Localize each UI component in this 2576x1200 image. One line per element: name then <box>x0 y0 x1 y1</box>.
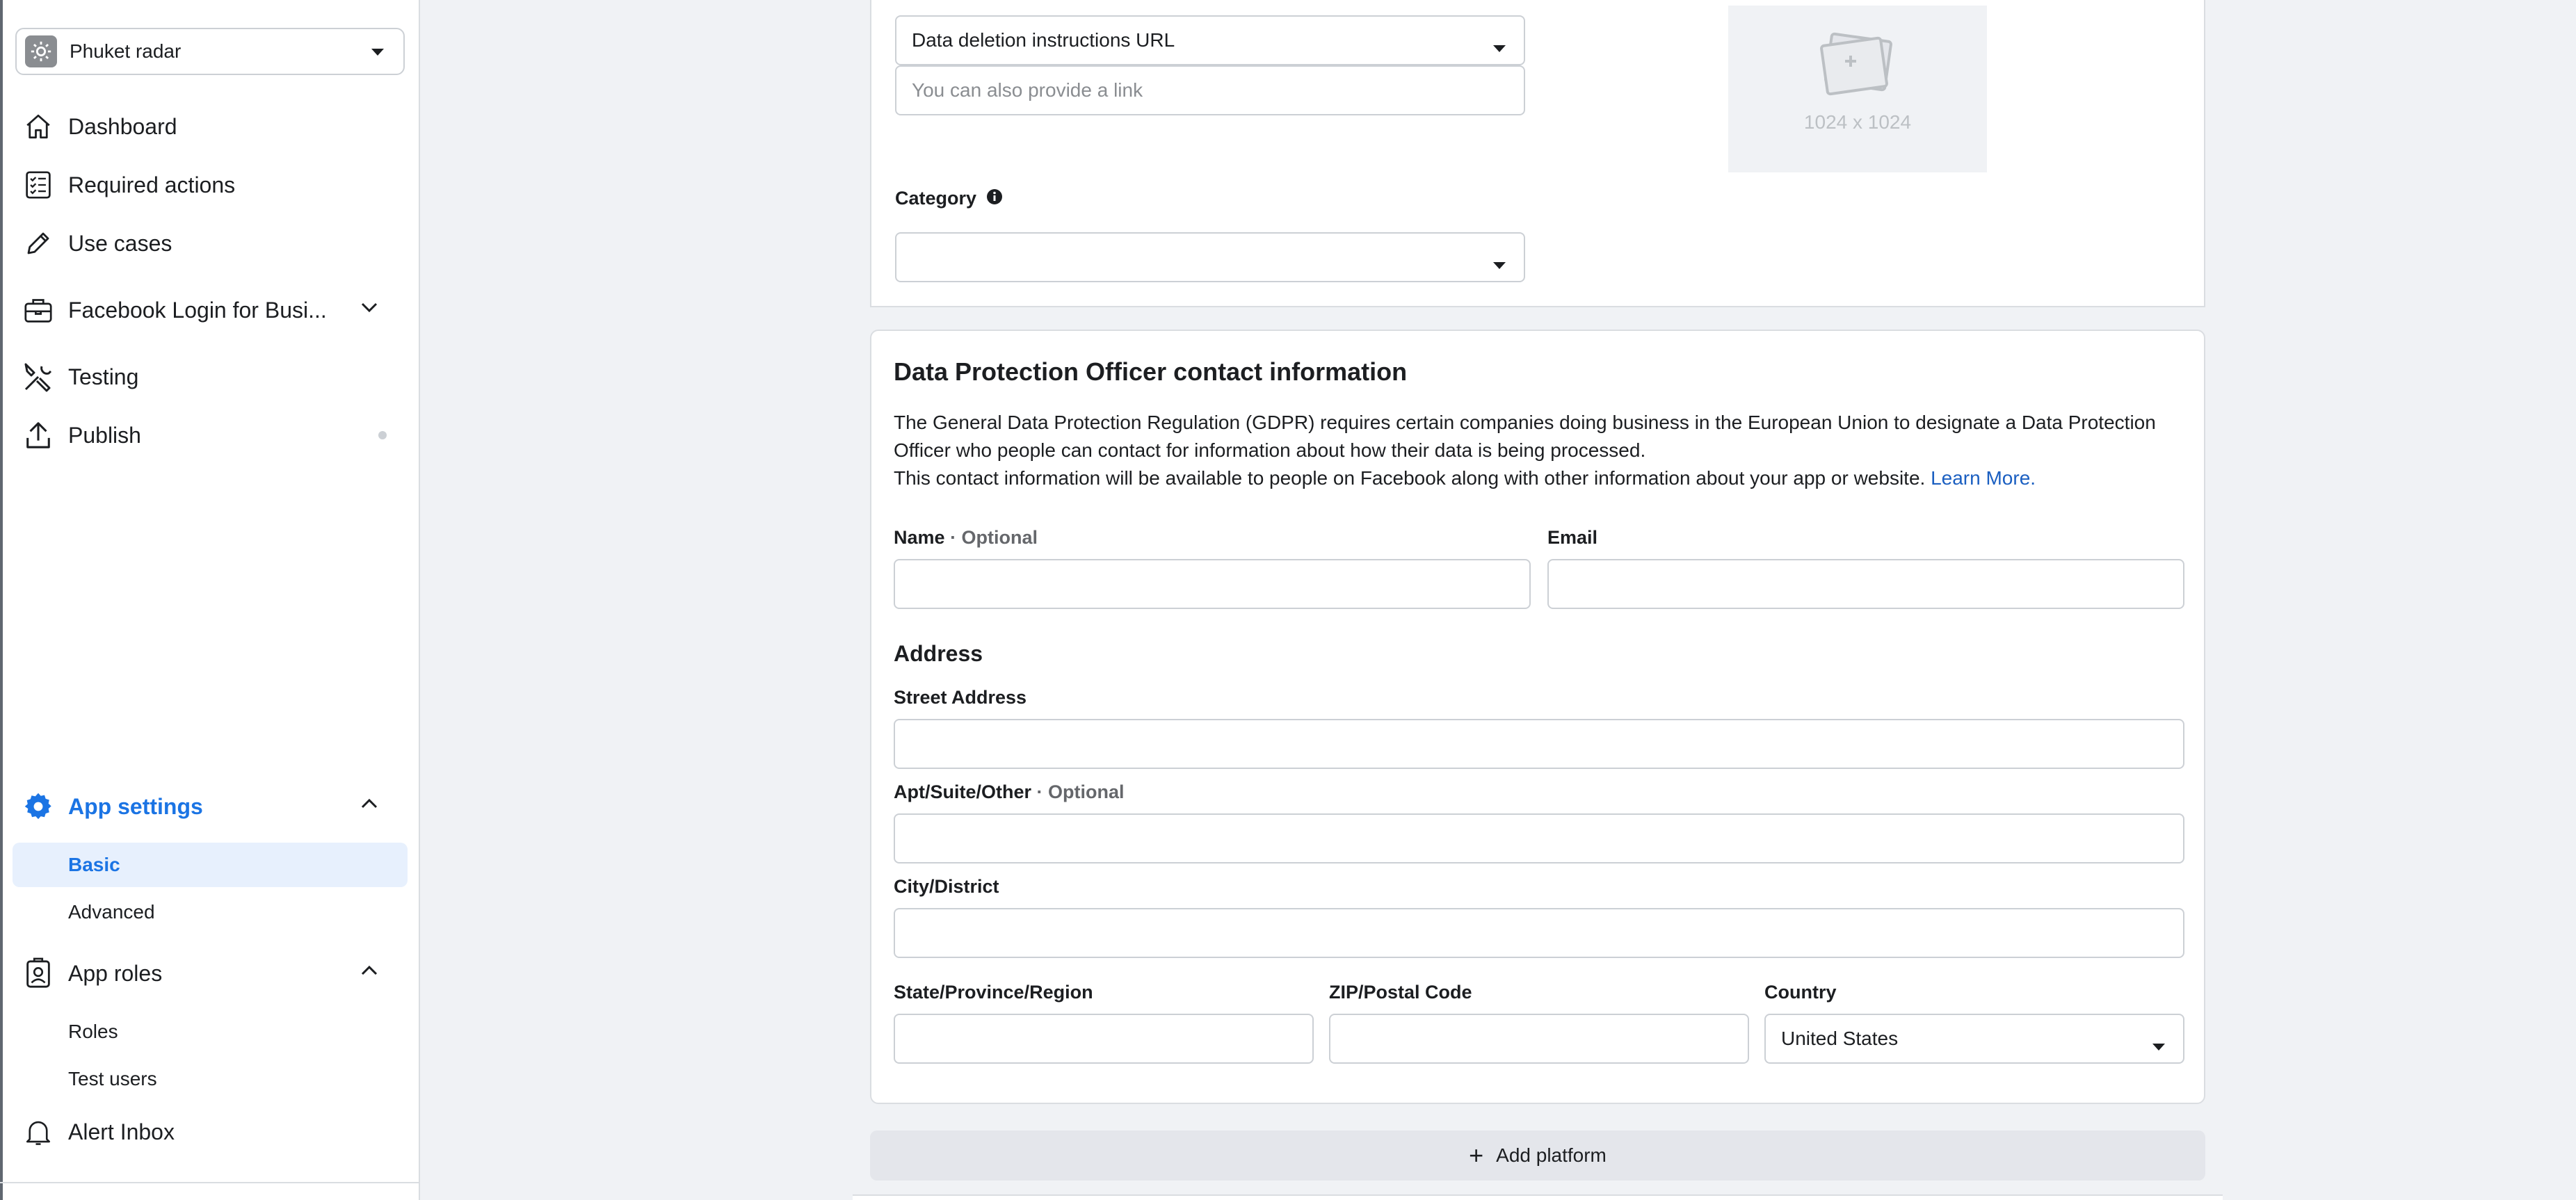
street-address-input[interactable] <box>894 719 2184 769</box>
basic-settings-card: Data deletion instructions URL 1024 x 10… <box>870 0 2205 307</box>
chevron-up-icon[interactable] <box>360 797 378 814</box>
sidebar-item-app-roles[interactable]: App roles <box>21 952 378 994</box>
bell-icon <box>21 1114 56 1149</box>
dpo-contact-card: Data Protection Officer contact informat… <box>870 330 2205 1104</box>
name-label-text: Name <box>894 527 945 548</box>
gear-icon <box>21 789 56 824</box>
sidebar-item-label: Dashboard <box>68 113 177 139</box>
dpo-email-input[interactable] <box>1547 559 2184 609</box>
plus-icon: + <box>1469 1141 1484 1169</box>
image-dimensions: 1024 x 1024 <box>1803 111 1912 133</box>
chevron-up-icon[interactable] <box>360 964 378 981</box>
sidebar-item-required-actions[interactable]: Required actions <box>21 164 235 206</box>
country-label: Country <box>1764 982 1837 1003</box>
caret-down-icon <box>2151 1035 2166 1057</box>
image-placeholder-icon <box>1820 32 1892 96</box>
sidebar-subitem-roles[interactable]: Roles <box>13 1010 408 1054</box>
apt-label-text: Apt/Suite/Other <box>894 781 1032 802</box>
app-gear-icon <box>25 35 57 67</box>
publish-status-dot <box>378 431 387 439</box>
learn-more-link[interactable]: Learn More. <box>1931 467 2036 489</box>
add-platform-label: Add platform <box>1496 1144 1607 1166</box>
sidebar-item-testing[interactable]: Testing <box>21 356 138 398</box>
optional-tag: · Optional <box>950 527 1038 548</box>
add-platform-button[interactable]: + Add platform <box>870 1130 2205 1181</box>
sidebar-subitem-test-users[interactable]: Test users <box>13 1057 408 1101</box>
country-select[interactable]: United States <box>1764 1014 2184 1064</box>
dpo-description-2-text: This contact information will be availab… <box>894 467 1926 489</box>
sidebar-item-label: Use cases <box>68 230 172 256</box>
sidebar-item-alert-inbox[interactable]: Alert Inbox <box>21 1111 175 1153</box>
apt-label: Apt/Suite/Other · Optional <box>894 781 1125 803</box>
sidebar-item-label: Required actions <box>68 172 236 197</box>
pencil-icon <box>21 226 56 261</box>
sidebar-subitem-basic[interactable]: Basic <box>13 843 408 887</box>
app-settings-page: Phuket radar Dashboard Required actions … <box>0 0 2576 1200</box>
app-switcher[interactable]: Phuket radar <box>15 28 405 75</box>
home-icon <box>21 109 56 144</box>
sidebar: Phuket radar Dashboard Required actions … <box>0 0 420 1200</box>
city-label: City/District <box>894 876 999 897</box>
sidebar-item-label: App settings <box>68 793 203 819</box>
dpo-title: Data Protection Officer contact informat… <box>894 357 1408 386</box>
app-name: Phuket radar <box>70 40 182 62</box>
tools-icon <box>21 359 56 394</box>
address-heading: Address <box>894 641 983 666</box>
category-select[interactable] <box>895 232 1525 282</box>
dpo-description-2: This contact information will be availab… <box>894 464 2173 492</box>
category-label-text: Category <box>895 188 977 209</box>
zip-postal-input[interactable] <box>1329 1014 1749 1064</box>
app-icon-upload[interactable]: 1024 x 1024 <box>1728 6 1987 172</box>
sidebar-divider <box>0 1182 420 1183</box>
sidebar-item-dashboard[interactable]: Dashboard <box>21 106 177 147</box>
dpo-description-1: The General Data Protection Regulation (… <box>894 412 2156 461</box>
sidebar-item-label: Publish <box>68 422 141 448</box>
next-card-edge <box>853 1194 2223 1200</box>
data-deletion-select[interactable]: Data deletion instructions URL <box>895 15 1525 65</box>
zip-label: ZIP/Postal Code <box>1329 982 1472 1003</box>
country-select-value: United States <box>1781 1028 1899 1049</box>
sidebar-item-label: Alert Inbox <box>68 1119 175 1144</box>
optional-tag: · Optional <box>1036 781 1125 802</box>
sidebar-item-use-cases[interactable]: Use cases <box>21 222 172 264</box>
chevron-down-icon[interactable] <box>360 300 378 318</box>
sidebar-subitem-advanced[interactable]: Advanced <box>13 890 408 934</box>
upload-icon <box>21 418 56 453</box>
caret-down-icon <box>370 47 385 60</box>
caret-down-icon <box>1492 36 1507 58</box>
data-deletion-select-value: Data deletion instructions URL <box>912 29 1175 51</box>
state-province-input[interactable] <box>894 1014 1314 1064</box>
id-badge-icon <box>21 956 56 991</box>
state-label: State/Province/Region <box>894 982 1093 1003</box>
checklist-icon <box>21 168 56 202</box>
category-label: Category <box>895 188 1003 210</box>
sidebar-item-label: Facebook Login for Busi... <box>68 297 327 323</box>
apt-suite-input[interactable] <box>894 813 2184 863</box>
dpo-description: The General Data Protection Regulation (… <box>894 409 2173 492</box>
street-label: Street Address <box>894 687 1027 708</box>
sidebar-item-app-settings[interactable]: App settings <box>21 786 378 827</box>
sidebar-item-label: App roles <box>68 960 163 986</box>
info-icon[interactable] <box>986 188 1003 210</box>
data-deletion-link-input[interactable] <box>895 65 1525 115</box>
email-label: Email <box>1547 527 1598 548</box>
sidebar-item-facebook-login[interactable]: Facebook Login for Busi... <box>21 289 378 331</box>
city-district-input[interactable] <box>894 908 2184 958</box>
caret-down-icon <box>1492 253 1507 275</box>
briefcase-icon <box>21 293 56 327</box>
name-label: Name · Optional <box>894 527 1038 549</box>
sidebar-item-publish[interactable]: Publish <box>21 414 141 456</box>
dpo-name-input[interactable] <box>894 559 1531 609</box>
sidebar-item-label: Testing <box>68 364 139 389</box>
